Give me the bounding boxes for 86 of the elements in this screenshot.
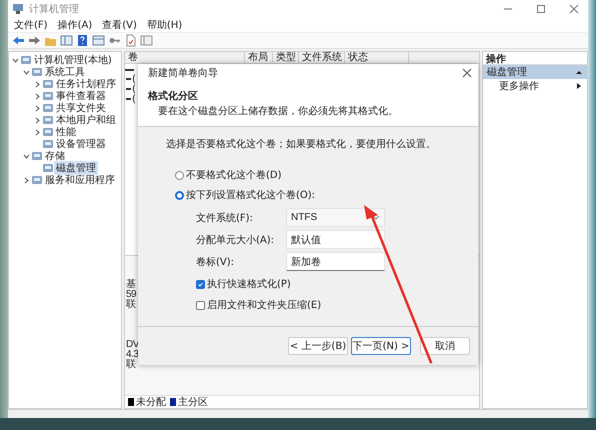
chevron-right-icon[interactable] [22, 176, 31, 184]
input-field[interactable]: 新加卷 [286, 252, 385, 271]
node-icon [21, 54, 31, 66]
column-header[interactable]: 卷 [125, 52, 245, 63]
checkbox-label[interactable]: 启用文件和文件夹压缩(E) [207, 298, 322, 312]
radio-button[interactable] [175, 170, 184, 180]
input-field[interactable]: 默认值 [286, 230, 385, 249]
table-cell: ( [132, 84, 136, 94]
page-heading: 格式化分区 [148, 90, 199, 103]
dialog-title: 新建简单卷向导 [148, 66, 218, 80]
column-header[interactable]: 布局 [245, 52, 273, 63]
help-icon[interactable] [76, 34, 89, 47]
column-header[interactable]: 类型 [273, 52, 299, 63]
radio-button[interactable] [175, 190, 184, 200]
page-subtitle: 要在这个磁盘分区上储存数据，你必须先将其格式化。 [157, 104, 399, 118]
close-icon [568, 2, 580, 14]
document-icon[interactable] [124, 34, 137, 47]
node-icon [43, 162, 53, 174]
close-icon [462, 68, 472, 78]
chevron-right-icon[interactable] [33, 104, 42, 112]
tree-item[interactable]: 存储 [43, 149, 67, 163]
tree-item[interactable]: 本地用户和组 [54, 113, 118, 127]
disk-info-text: 4.3 [126, 350, 138, 360]
panel-icon[interactable] [60, 34, 73, 47]
tree-item[interactable]: 性能 [54, 125, 78, 139]
back-icon[interactable] [12, 34, 25, 47]
table-cell: ( [132, 74, 136, 84]
action-item[interactable]: 更多操作 [483, 79, 587, 93]
disk-info-text: 联 [126, 360, 136, 370]
back-button[interactable]: < 上一步(B) [288, 337, 348, 355]
next-button[interactable]: 下一页(N) > [351, 337, 411, 355]
tree-item[interactable]: 共享文件夹 [54, 101, 108, 115]
column-header[interactable]: 文件系统 [299, 52, 345, 63]
field-label: 分配单元大小(A): [196, 234, 276, 246]
field-label: 卷标(V): [196, 256, 236, 268]
node-icon [43, 102, 53, 114]
tree-item[interactable]: 任务计划程序 [54, 77, 118, 91]
tree-item[interactable]: 系统工具 [43, 65, 87, 79]
chevron-right-icon[interactable] [33, 116, 42, 124]
tree-item[interactable]: 服务和应用程序 [43, 173, 117, 187]
cancel-button[interactable]: 取消 [420, 337, 470, 355]
table-cell: ( [132, 94, 136, 104]
radio-label[interactable]: 不要格式化这个卷(D) [186, 168, 282, 182]
tree-item[interactable]: 设备管理器 [54, 137, 108, 151]
close-button[interactable] [462, 68, 472, 78]
chevron-right-icon[interactable] [33, 128, 42, 136]
checkbox[interactable] [196, 280, 205, 288]
disk-info-text: 基 [126, 280, 136, 290]
panel-icon[interactable] [140, 34, 153, 47]
disk-info-text: 联 [126, 300, 136, 310]
legend-label: 未分配 [136, 396, 166, 409]
chevron-down-icon [372, 214, 380, 222]
maximize-icon [535, 2, 547, 14]
disk-info-text: 59 [126, 290, 136, 300]
node-icon [43, 90, 53, 102]
node-icon [32, 66, 42, 78]
node-icon [43, 78, 53, 90]
file-system-dropdown[interactable]: NTFS [286, 208, 385, 227]
node-icon [43, 126, 53, 138]
radio-label[interactable]: 按下列设置格式化这个卷(O): [186, 188, 316, 202]
chevron-right-icon[interactable] [33, 92, 42, 100]
forward-icon[interactable] [28, 34, 41, 47]
actions-section[interactable]: 磁盘管理 [483, 65, 587, 79]
checkbox[interactable] [196, 300, 205, 310]
tree-item[interactable]: 磁盘管理 [54, 161, 98, 175]
node-icon [43, 114, 53, 126]
window-title: 计算机管理 [29, 2, 80, 16]
checkbox-label[interactable]: 执行快速格式化(P) [207, 277, 291, 291]
column-header[interactable]: 状态 [345, 52, 409, 63]
computer-icon [12, 2, 24, 14]
menu-item[interactable]: 查看(V) [102, 18, 137, 32]
tree-item[interactable]: 事件查看器 [54, 89, 108, 103]
node-icon [43, 138, 53, 150]
node-icon [32, 174, 42, 186]
submenu-icon [575, 82, 583, 90]
instruction-text: 选择是否要格式化这个卷；如果要格式化，要使用什么设置。 [166, 138, 437, 151]
tree-item[interactable]: 计算机管理(本地) [32, 53, 114, 67]
collapse-icon [575, 68, 583, 76]
menu-item[interactable]: 操作(A) [58, 18, 92, 32]
menu-item[interactable]: 帮助(H) [146, 18, 182, 32]
panel-icon[interactable] [92, 34, 105, 47]
legend-label: 主分区 [178, 396, 208, 409]
chevron-right-icon[interactable] [33, 80, 42, 88]
node-icon [32, 150, 42, 162]
menu-item[interactable]: 文件(F) [14, 18, 48, 32]
field-label: 文件系统(F): [196, 212, 254, 224]
